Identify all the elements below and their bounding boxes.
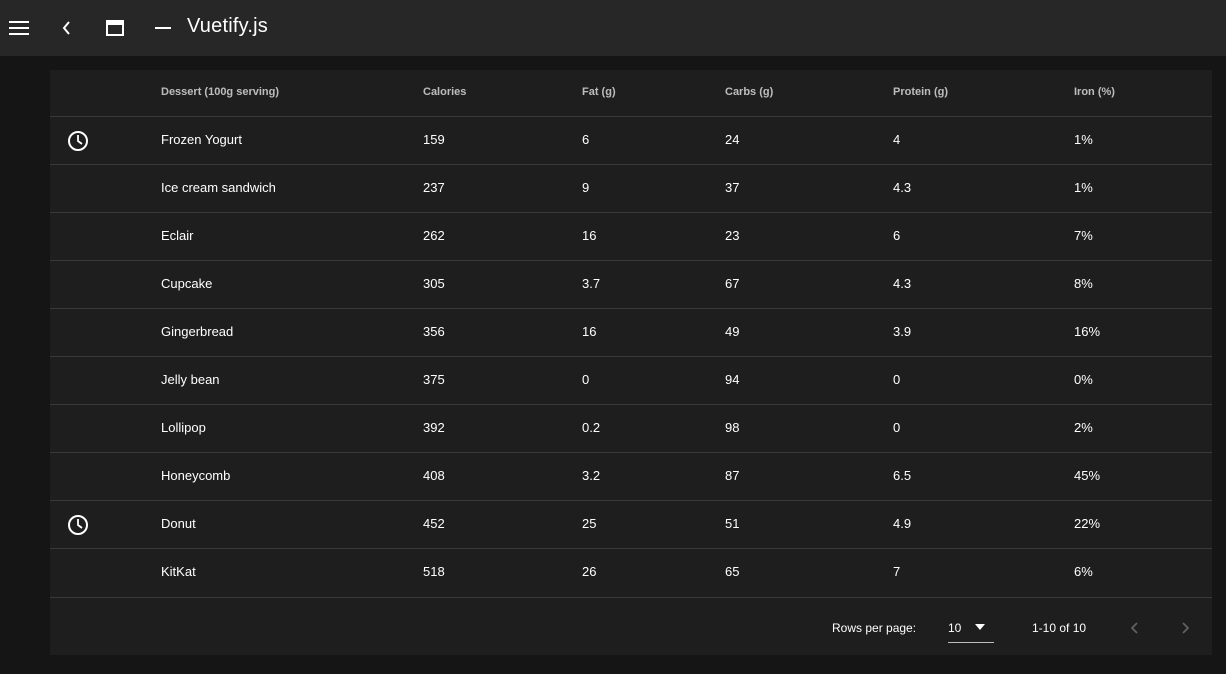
table-row[interactable]: Donut 452 25 51 4.9 22% [50,500,1212,548]
header-dessert[interactable]: Dessert (100g serving) [161,86,279,98]
cell-protein: 4.3 [893,180,912,195]
cell-iron: 2% [1074,420,1093,435]
cell-carbs: 67 [725,276,740,291]
chevron-left-icon [1131,622,1138,634]
window-button[interactable] [95,8,135,48]
cell-dessert: Cupcake [161,276,213,291]
cell-protein: 4.3 [893,276,912,291]
cell-dessert: Eclair [161,228,194,243]
cell-dessert: Jelly bean [161,372,220,387]
cell-dessert: KitKat [161,564,196,579]
table-row[interactable]: Jelly bean 375 0 94 0 0% [50,356,1212,404]
table-row[interactable]: Cupcake 305 3.7 67 4.3 8% [50,260,1212,308]
back-icon [62,21,70,35]
cell-iron: 1% [1074,132,1093,147]
table-row[interactable]: Eclair 262 16 23 6 7% [50,212,1212,260]
cell-dessert: Frozen Yogurt [161,132,242,147]
cell-fat: 9 [582,180,590,195]
cell-protein: 4.9 [893,516,912,531]
app-title: Vuetify.js [187,15,268,37]
cell-iron: 8% [1074,276,1093,291]
cell-dessert: Honeycomb [161,468,231,483]
cell-calories: 408 [423,468,445,483]
cell-iron: 16% [1074,324,1101,339]
cell-iron: 45% [1074,468,1101,483]
table-row[interactable]: Gingerbread 356 16 49 3.9 16% [50,308,1212,356]
cell-protein: 7 [893,564,901,579]
menu-button[interactable] [0,8,39,48]
header-fat[interactable]: Fat (g) [582,86,616,98]
cell-fat: 6 [582,132,590,147]
cell-calories: 356 [423,324,445,339]
cell-protein: 0 [893,420,901,435]
cell-calories: 392 [423,420,445,435]
rows-per-page-label: Rows per page: [832,621,917,635]
cell-dessert: Lollipop [161,420,206,435]
minimize-icon [155,27,171,29]
cell-carbs: 37 [725,180,740,195]
app-toolbar: Vuetify.js [0,0,1226,56]
rows-per-page-value: 10 [948,621,962,635]
table-row[interactable]: Honeycomb 408 3.2 87 6.5 45% [50,452,1212,500]
caret-down-icon [975,624,985,630]
cell-fat: 26 [582,564,597,579]
minimize-button[interactable] [143,8,183,48]
cell-carbs: 65 [725,564,740,579]
cell-calories: 452 [423,516,445,531]
cell-carbs: 49 [725,324,740,339]
cell-calories: 305 [423,276,445,291]
cell-calories: 518 [423,564,445,579]
table-footer: Rows per page: 10 1-10 of 10 [50,597,1212,655]
header-calories[interactable]: Calories [423,86,466,98]
cell-iron: 0% [1074,372,1093,387]
cell-iron: 6% [1074,564,1093,579]
menu-icon [9,21,29,35]
chevron-right-icon [1182,622,1189,634]
cell-iron: 1% [1074,180,1093,195]
table-row[interactable]: Frozen Yogurt 159 6 24 4 1% [50,116,1212,164]
cell-fat: 16 [582,324,597,339]
table-row[interactable]: Lollipop 392 0.2 98 0 2% [50,404,1212,452]
cell-iron: 7% [1074,228,1093,243]
clock-icon [68,131,88,151]
prev-page-button[interactable] [1121,614,1149,642]
cell-carbs: 98 [725,420,740,435]
cell-calories: 237 [423,180,445,195]
cell-protein: 0 [893,372,901,387]
cell-calories: 262 [423,228,445,243]
cell-carbs: 23 [725,228,740,243]
cell-fat: 16 [582,228,597,243]
cell-carbs: 24 [725,132,740,147]
clock-icon [68,515,88,535]
table-row[interactable]: KitKat 518 26 65 7 6% [50,548,1212,596]
cell-calories: 159 [423,132,445,147]
window-icon [106,20,124,36]
cell-protein: 3.9 [893,324,912,339]
header-iron[interactable]: Iron (%) [1074,86,1115,98]
cell-protein: 4 [893,132,901,147]
cell-fat: 3.7 [582,276,601,291]
back-button[interactable] [47,8,87,48]
cell-protein: 6 [893,228,901,243]
cell-dessert: Gingerbread [161,324,234,339]
rows-per-page-select[interactable]: 10 [948,613,994,643]
table-row[interactable]: Ice cream sandwich 237 9 37 4.3 1% [50,164,1212,212]
pagination-range: 1-10 of 10 [1032,621,1087,635]
cell-carbs: 94 [725,372,740,387]
cell-dessert: Donut [161,516,196,531]
data-table: Dessert (100g serving) Calories Fat (g) … [50,70,1212,655]
cell-iron: 22% [1074,516,1101,531]
cell-fat: 0.2 [582,420,601,435]
cell-carbs: 87 [725,468,740,483]
cell-fat: 25 [582,516,597,531]
cell-calories: 375 [423,372,445,387]
cell-fat: 3.2 [582,468,601,483]
header-protein[interactable]: Protein (g) [893,86,948,98]
cell-dessert: Ice cream sandwich [161,180,276,195]
cell-carbs: 51 [725,516,740,531]
cell-fat: 0 [582,372,590,387]
cell-protein: 6.5 [893,468,912,483]
header-carbs[interactable]: Carbs (g) [725,86,773,98]
next-page-button[interactable] [1171,614,1199,642]
